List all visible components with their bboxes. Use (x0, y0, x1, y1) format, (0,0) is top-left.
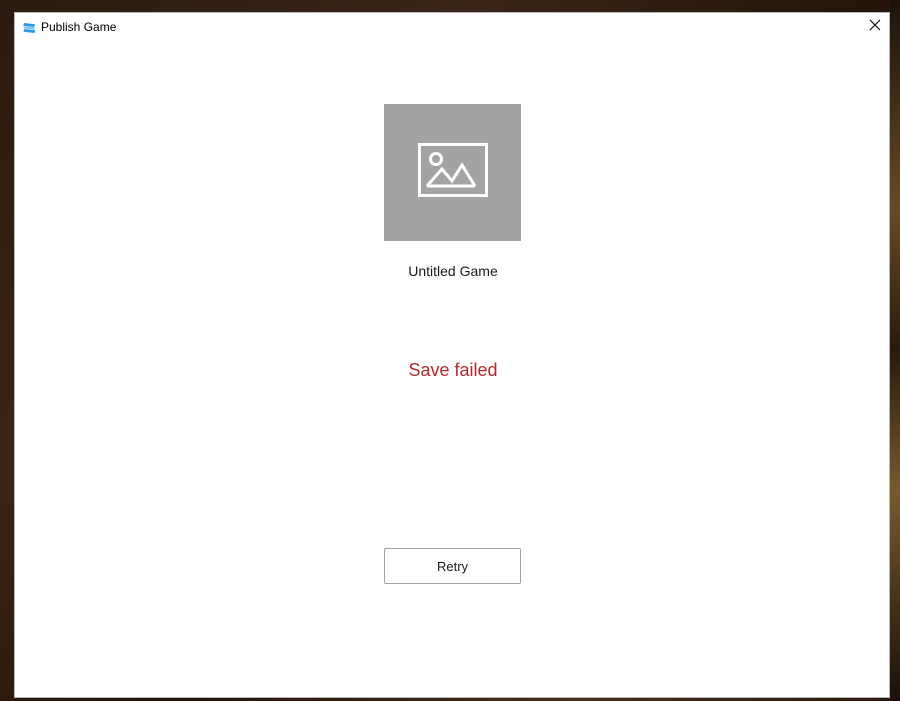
game-name: Untitled Game (408, 263, 498, 279)
window-title: Publish Game (41, 20, 117, 34)
close-button[interactable] (861, 13, 889, 41)
title-bar: Publish Game (15, 13, 889, 41)
roblox-studio-icon (23, 21, 36, 33)
publish-game-dialog: Publish Game Untitled Game Save failed R… (14, 12, 890, 698)
desktop-background-edge (890, 0, 900, 701)
game-thumbnail[interactable] (384, 104, 521, 241)
retry-button[interactable]: Retry (384, 548, 521, 584)
close-icon (869, 18, 881, 36)
status-message: Save failed (408, 360, 498, 380)
image-placeholder-icon (417, 143, 488, 202)
